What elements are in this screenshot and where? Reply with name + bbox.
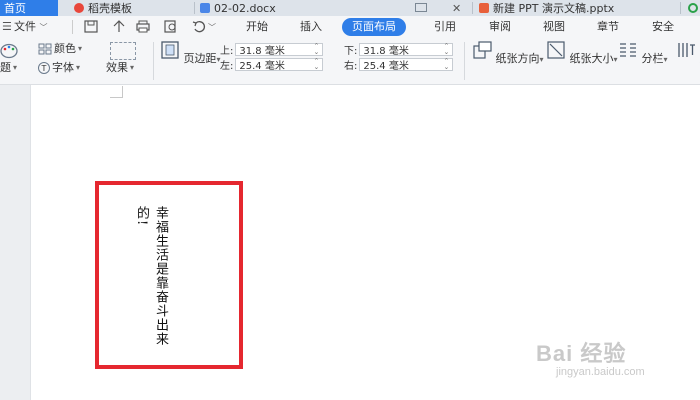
menu-review[interactable]: 审阅 [489, 18, 511, 36]
tab-docx[interactable]: 02-02.docx ✕ [200, 0, 480, 16]
tab-label: 稻壳模板 [88, 2, 132, 15]
theme-button[interactable]: 题 ▾ [0, 60, 17, 76]
tab-divider [472, 2, 473, 14]
font-button[interactable]: T 字体 ▾ [38, 60, 80, 76]
menu-file-label: 文件 [14, 20, 36, 33]
left-margin-field[interactable]: 左: 25.4 毫米 ⌃ ⌄ [220, 57, 324, 72]
export-pdf-icon[interactable] [112, 20, 126, 33]
font-label: 字体 [52, 61, 74, 74]
color-icon [38, 43, 52, 55]
right-margin-label: 右: [344, 60, 358, 72]
monitor-icon[interactable] [415, 3, 427, 12]
chevron-down-icon: ▾ [13, 63, 18, 72]
text-direction-button[interactable]: 文字 [668, 41, 700, 66]
bottom-margin-field[interactable]: 下: 31.8 毫米 ⌃ ⌄ [344, 42, 454, 57]
chevron-down-icon: ▾ [78, 44, 83, 53]
watermark-main: Bai 经验 [536, 341, 627, 366]
ppt-icon [479, 3, 489, 13]
left-gutter [0, 85, 31, 400]
columns-label: 分栏 [641, 52, 664, 65]
docer-icon [74, 3, 84, 13]
print-icon[interactable] [136, 20, 150, 33]
paper-size-icon [547, 41, 565, 59]
columns-icon [620, 43, 636, 57]
ribbon-divider [153, 42, 154, 80]
margins-button[interactable]: 页边距▾ [160, 41, 221, 66]
word-doc-icon [200, 3, 210, 13]
chevron-down-icon: ▾ [613, 55, 618, 64]
bottom-margin-label: 下: [344, 45, 358, 57]
tab-divider [194, 2, 195, 14]
watermark-url: jingyan.baidu.com [556, 366, 645, 378]
spinner-icon[interactable]: ⌃ ⌄ [444, 58, 450, 71]
orientation-icon [473, 41, 492, 59]
right-margin-value: 25.4 毫米 [363, 60, 409, 72]
top-margin-field[interactable]: 上: 31.8 毫米 ⌃ ⌄ [220, 42, 324, 57]
theme-label: 题 [0, 61, 11, 74]
new-tab-icon[interactable] [688, 3, 698, 13]
ribbon-divider [464, 42, 465, 80]
tab-pptx[interactable]: 新建 PPT 演示文稿.pptx [479, 0, 679, 16]
margins-label: 页边距 [183, 52, 217, 65]
chevron-down-icon: ▾ [130, 63, 135, 72]
palette-icon[interactable] [0, 43, 18, 59]
margins-icon [161, 41, 179, 59]
bottom-margin-value: 31.8 毫米 [363, 45, 409, 57]
font-icon: T [38, 62, 50, 74]
menu-insert[interactable]: 插入 [300, 18, 322, 36]
chevron-down-icon: ﹀ [39, 23, 48, 32]
page-corner-mark [110, 97, 123, 98]
menu-divider [72, 20, 73, 34]
spinner-icon[interactable]: ⌃ ⌄ [314, 43, 320, 56]
tab-home-label: 首页 [4, 2, 26, 15]
effects-icon[interactable] [110, 42, 136, 60]
menu-bar: ☰ 文件 ﹀ ﹀ 开始 插入 页面布局 引用 审阅 视图 章节 安全 [0, 16, 700, 39]
menu-start[interactable]: 开始 [246, 18, 268, 36]
tab-divider [680, 2, 681, 14]
ribbon-toolbar: 题 ▾ 颜色 ▾ T 字体 ▾ 效果 ▾ 页边距▾ 上: 31.8 毫米 ⌃ ⌄ 左: 25… [0, 38, 700, 85]
effects-button[interactable]: 效果 ▾ [106, 60, 134, 76]
orientation-label: 纸张方向 [495, 52, 540, 65]
top-margin-label: 上: [220, 45, 234, 57]
baidu-watermark: Bai 经验 jingyan.baidu.com [536, 336, 645, 378]
chevron-down-icon: ▾ [663, 55, 668, 64]
orientation-button[interactable]: 纸张方向▾ [472, 41, 544, 66]
tab-label: 新建 PPT 演示文稿.pptx [493, 2, 615, 15]
paper-size-label: 纸张大小 [569, 52, 614, 65]
tab-label: 02-02.docx [214, 1, 276, 15]
columns-button[interactable]: 分栏▾ [618, 41, 668, 66]
undo-dropdown-icon[interactable]: ﹀ [208, 18, 216, 36]
chevron-down-icon: ▾ [76, 63, 81, 72]
print-preview-icon[interactable] [164, 20, 178, 33]
tab-bar: 首页 稻壳模板 02-02.docx ✕ 新建 PPT 演示文稿.pptx [0, 0, 700, 17]
menu-file[interactable]: 文件 ﹀ [14, 18, 48, 36]
menu-page-layout[interactable]: 页面布局 [342, 18, 406, 36]
save-icon[interactable] [84, 20, 98, 33]
menu-references[interactable]: 引用 [434, 18, 456, 36]
tab-home[interactable]: 首页 [0, 0, 58, 16]
paper-size-button[interactable]: 纸张大小▾ [546, 41, 618, 66]
vertical-text: 幸福生活是靠奋斗出来的! [134, 206, 168, 346]
effects-label: 效果 [106, 61, 128, 74]
undo-icon[interactable] [192, 20, 206, 33]
close-icon[interactable]: ✕ [452, 2, 461, 15]
menu-view[interactable]: 视图 [543, 18, 565, 36]
color-label: 颜色 [54, 42, 76, 55]
hamburger-icon[interactable]: ☰ [2, 18, 12, 36]
right-margin-field[interactable]: 右: 25.4 毫米 ⌃ ⌄ [344, 57, 454, 72]
color-button[interactable]: 颜色 ▾ [38, 41, 82, 57]
left-margin-value: 25.4 毫米 [239, 60, 285, 72]
spinner-icon[interactable]: ⌃ ⌄ [444, 43, 450, 56]
spinner-icon[interactable]: ⌃ ⌄ [314, 58, 320, 71]
text-direction-icon [678, 43, 695, 57]
menu-security[interactable]: 安全 [652, 18, 674, 36]
top-margin-value: 31.8 毫米 [239, 45, 285, 57]
menu-chapter[interactable]: 章节 [597, 18, 619, 36]
left-margin-label: 左: [220, 60, 234, 72]
chevron-down-icon: ▾ [539, 55, 544, 64]
